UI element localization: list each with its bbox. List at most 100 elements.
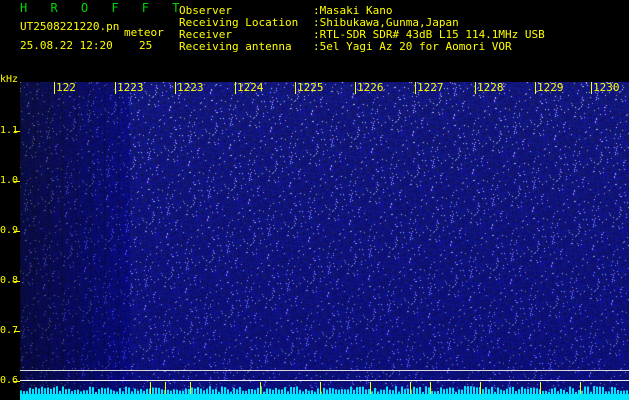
spectrum-bar (65, 389, 67, 394)
spectrum-bar (329, 387, 331, 394)
app-title: H R O F F T (20, 1, 188, 15)
spectrum-bar (23, 391, 25, 394)
header-panel: H R O F F T UT2508221220.pn meteor 25.08… (0, 0, 629, 82)
spectrum-bar (74, 390, 76, 394)
spectrum-bar (197, 387, 199, 394)
spectrum-bar (458, 389, 460, 394)
spectrum-bar (542, 390, 544, 394)
spectrum-bar (308, 390, 310, 394)
spectrum-bar (323, 387, 325, 394)
spectrum-bar (437, 391, 439, 394)
spectrum-bar (89, 386, 91, 394)
spectrum-bar (314, 391, 316, 394)
spectrum-bar (389, 389, 391, 394)
spectrum-bar (617, 389, 619, 394)
x-tick-label: 1224 (237, 81, 264, 94)
spectrum-bar (461, 389, 463, 394)
spectrum-bar (395, 386, 397, 394)
spectrum-bar (110, 389, 112, 394)
y-tick (14, 281, 20, 282)
spectrum-bar (44, 388, 46, 394)
spectrum-bar (383, 389, 385, 394)
spectrum-bar (518, 389, 520, 394)
spectrum-peak (540, 382, 541, 394)
x-tick (235, 82, 236, 94)
spectrum-bar (623, 390, 625, 394)
spectrum-bar (491, 386, 493, 394)
spectrum-bar (449, 387, 451, 394)
x-tick-label: 1227 (417, 81, 444, 94)
spectrum-bar (131, 391, 133, 394)
spectrum-bar (20, 390, 22, 394)
spectrum-peak (190, 382, 191, 394)
x-tick (115, 82, 116, 94)
spectrum-bar (611, 386, 613, 394)
spectrum-bar (203, 390, 205, 394)
spectrum-bar (272, 389, 274, 394)
x-tick (295, 82, 296, 94)
spectrum-bar (428, 387, 430, 394)
spectrum-bar (227, 389, 229, 394)
spectrum-bar (38, 388, 40, 394)
spectrum-bar (62, 386, 64, 394)
spectrum-bar (572, 388, 574, 394)
spectrum-bar (293, 387, 295, 394)
spectrum-bar (218, 391, 220, 394)
spectrum-bar (194, 388, 196, 394)
spectrum-bar (71, 391, 73, 394)
spectrum-bar (155, 387, 157, 394)
spectrum-bar (317, 388, 319, 394)
spectrum-bar (281, 389, 283, 394)
spectrum-bar (485, 387, 487, 394)
spectrum-bar (287, 391, 289, 394)
spectrum-bar (302, 391, 304, 394)
spectrum-bar (179, 390, 181, 394)
spectrum-bar (431, 390, 433, 394)
spectrum-spikes (20, 382, 628, 394)
spectrum-peak (260, 382, 261, 394)
spectrum-bar (362, 386, 364, 394)
spectrum-bar (614, 387, 616, 394)
spectrum-bar (263, 391, 265, 394)
spectrum-bar (206, 389, 208, 394)
spectrum-bar (32, 388, 34, 394)
spectrum-bar (434, 391, 436, 394)
waterfall-noise-canvas (20, 82, 629, 400)
spectrum-bar (341, 389, 343, 394)
spectrum-bar (536, 388, 538, 394)
spectrum-bar (446, 388, 448, 394)
spectrum-bar (494, 391, 496, 394)
spectrum-bar (80, 391, 82, 394)
spectrum-bar (50, 388, 52, 394)
spectrum-bar (488, 389, 490, 394)
x-tick (591, 82, 592, 94)
spectrum-bar (551, 388, 553, 394)
spectrum-bar (191, 387, 193, 394)
y-tick (14, 131, 20, 132)
spectrum-bar (242, 390, 244, 394)
spectrum-bar (476, 387, 478, 394)
spectrum-bar (575, 391, 577, 394)
spectrum-bar (98, 388, 100, 394)
spectrum-peak (410, 382, 411, 394)
spectrum-bar (266, 388, 268, 394)
spectrum-bar (278, 389, 280, 394)
spectrum-bar (209, 386, 211, 394)
spectrum-trace (20, 382, 629, 400)
spectrum-bar (269, 388, 271, 394)
spectrum-bar (584, 386, 586, 394)
spectrum-bar (338, 389, 340, 394)
spectrum-bar (221, 386, 223, 394)
spectrum-bar (251, 389, 253, 394)
spectrum-bar (167, 389, 169, 394)
spectrum-bar (332, 388, 334, 394)
spectrum-bar (26, 391, 28, 394)
x-tick-label: 1230 (593, 81, 620, 94)
spectrum-bar (134, 388, 136, 394)
spectrum-peak (165, 382, 166, 394)
spectrum-bar (275, 387, 277, 394)
spectrum-bar (29, 387, 31, 394)
spectrum-bar (104, 388, 106, 394)
spectrum-bar (500, 389, 502, 394)
spectrum-bar (335, 389, 337, 394)
